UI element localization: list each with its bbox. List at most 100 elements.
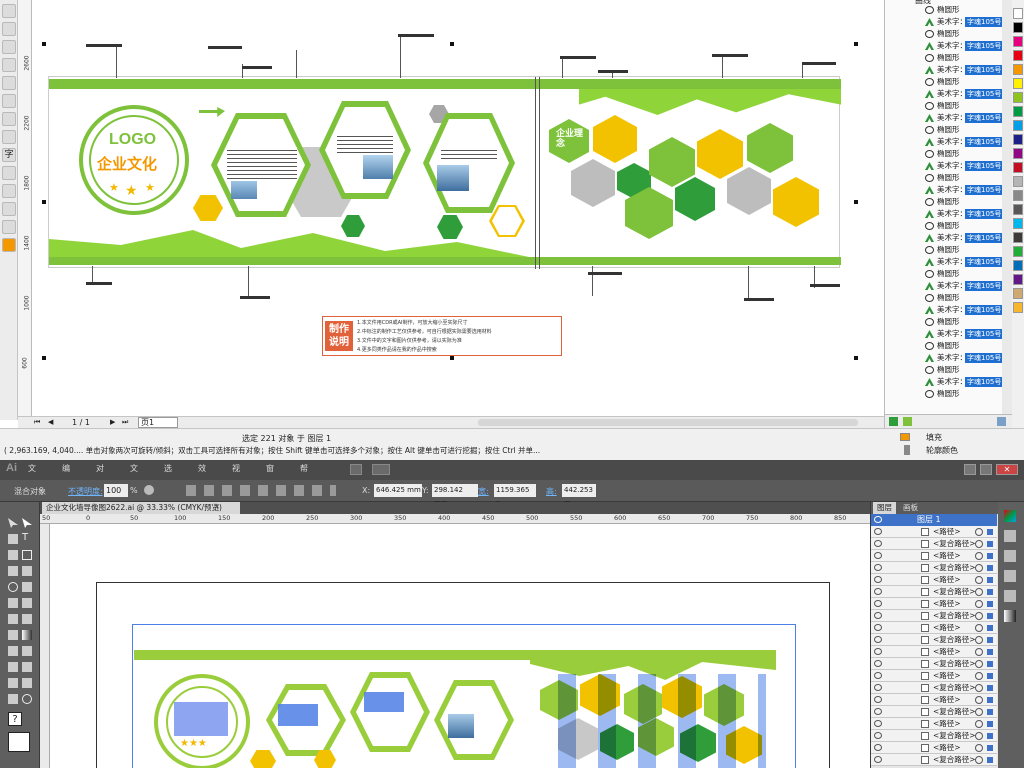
selection-square-icon[interactable]	[987, 529, 993, 535]
new-layer-icon[interactable]	[889, 417, 898, 426]
palette-swatch[interactable]	[1013, 64, 1023, 75]
ai-menu-item[interactable]: 编辑(E)	[62, 460, 73, 509]
shape-builder-tool-icon[interactable]	[8, 614, 18, 624]
symbols-panel-icon[interactable]	[1004, 570, 1016, 582]
palette-swatch[interactable]	[1013, 120, 1023, 131]
selection-square-icon[interactable]	[987, 589, 993, 595]
ai-layer-row[interactable]: <路径>	[871, 646, 997, 658]
visibility-eye-icon[interactable]	[874, 672, 882, 679]
ai-layer-row[interactable]: <复合路径>	[871, 682, 997, 694]
visibility-eye-icon[interactable]	[874, 720, 882, 727]
opacity-input[interactable]: 100	[104, 484, 128, 497]
hand-tool-icon[interactable]	[8, 694, 18, 704]
bridge-button[interactable]	[350, 464, 362, 475]
object-row[interactable]: 椭圆形	[885, 196, 1013, 208]
object-row[interactable]: 椭圆形	[885, 244, 1013, 256]
delete-icon[interactable]	[997, 417, 1006, 426]
page-tab[interactable]: 页1	[138, 417, 178, 428]
text-tool-icon[interactable]: 字	[2, 148, 16, 162]
object-row[interactable]: 椭圆形	[885, 388, 1013, 400]
selection-square-icon[interactable]	[987, 565, 993, 571]
pen-tool-icon[interactable]	[8, 534, 18, 544]
palette-swatch[interactable]	[1013, 246, 1023, 257]
ai-menu-item[interactable]: 帮助(H)	[300, 460, 312, 509]
selection-handle[interactable]	[450, 42, 454, 46]
ai-layer-row[interactable]: <路径>	[871, 598, 997, 610]
corel-canvas[interactable]: LOGO 企业文化 ★ ★ ★ 企业理念 制作说明 1.本文件用CDR或AI制作…	[32, 0, 884, 416]
selection-square-icon[interactable]	[987, 733, 993, 739]
visibility-eye-icon[interactable]	[874, 612, 882, 619]
gradient-panel-icon[interactable]	[1004, 610, 1016, 622]
target-circle-icon[interactable]	[975, 684, 983, 692]
selection-square-icon[interactable]	[987, 745, 993, 751]
object-row[interactable]: 美术字： 字魂105号	[885, 376, 1013, 388]
selection-handle[interactable]	[450, 356, 454, 360]
ai-layer-row[interactable]: <复合路径>	[871, 754, 997, 766]
prev-page-button[interactable]: ◀	[48, 418, 58, 427]
ai-layer-row[interactable]: <路径>	[871, 742, 997, 754]
ai-layer-row[interactable]: <路径>	[871, 574, 997, 586]
slice-tool-icon[interactable]	[22, 678, 32, 688]
warp-tool-icon[interactable]	[8, 598, 18, 608]
object-row[interactable]: 美术字： 字魂105号	[885, 304, 1013, 316]
ai-layer-row[interactable]: <复合路径>	[871, 538, 997, 550]
object-row[interactable]: 美术字： 字魂105号	[885, 64, 1013, 76]
eyedropper-tool-icon[interactable]	[8, 646, 18, 656]
target-circle-icon[interactable]	[975, 564, 983, 572]
ai-layer-row[interactable]: <复合路径>	[871, 634, 997, 646]
stroke-panel-icon[interactable]	[1004, 590, 1016, 602]
object-row[interactable]: 美术字： 字魂105号	[885, 280, 1013, 292]
target-circle-icon[interactable]	[975, 600, 983, 608]
object-row[interactable]: 美术字： 字魂105号	[885, 112, 1013, 124]
target-circle-icon[interactable]	[975, 708, 983, 716]
selection-square-icon[interactable]	[987, 613, 993, 619]
document-tab-close-icon[interactable]: ✕	[214, 503, 220, 511]
ai-layer-row[interactable]: <复合路径>	[871, 610, 997, 622]
object-row[interactable]: 椭圆形	[885, 100, 1013, 112]
layer-root-row[interactable]: 图层 1	[871, 514, 997, 526]
free-transform-tool-icon[interactable]	[22, 598, 32, 608]
visibility-eye-icon[interactable]	[874, 564, 882, 571]
selection-square-icon[interactable]	[987, 625, 993, 631]
ai-layer-row[interactable]: <路径>	[871, 670, 997, 682]
object-row[interactable]: 椭圆形	[885, 124, 1013, 136]
ai-menu-item[interactable]: 对象(O)	[96, 460, 109, 509]
gradient-tool-icon[interactable]	[22, 630, 32, 640]
target-circle-icon[interactable]	[975, 648, 983, 656]
target-circle-icon[interactable]	[975, 588, 983, 596]
last-page-button[interactable]: ⏭	[122, 418, 132, 427]
arrange-button[interactable]	[372, 464, 390, 475]
object-row[interactable]: 美术字： 字魂105号	[885, 136, 1013, 148]
visibility-eye-icon[interactable]	[874, 708, 882, 715]
mesh-tool-icon[interactable]	[8, 630, 18, 640]
selection-square-icon[interactable]	[987, 577, 993, 583]
symbol-sprayer-tool-icon[interactable]	[8, 662, 18, 672]
object-row[interactable]: 椭圆形	[885, 268, 1013, 280]
target-circle-icon[interactable]	[975, 612, 983, 620]
rectangle-tool-icon[interactable]	[2, 94, 16, 108]
palette-swatch[interactable]	[1013, 106, 1023, 117]
direct-selection-tool-icon[interactable]	[22, 518, 32, 528]
fill-tool-icon[interactable]	[2, 238, 16, 252]
ai-layer-row[interactable]: <复合路径>	[871, 730, 997, 742]
next-page-button[interactable]: ▶	[110, 418, 120, 427]
window-restore-button[interactable]	[980, 464, 992, 475]
target-circle-icon[interactable]	[975, 696, 983, 704]
w-input[interactable]: 1159.365 n	[494, 484, 536, 507]
target-circle-icon[interactable]	[975, 756, 983, 764]
freehand-tool-icon[interactable]	[2, 58, 16, 72]
polygon-tool-icon[interactable]	[2, 130, 16, 144]
object-row[interactable]: 椭圆形	[885, 52, 1013, 64]
selection-square-icon[interactable]	[987, 685, 993, 691]
brush-tool-icon[interactable]	[8, 566, 18, 576]
zoom-tool-icon[interactable]	[22, 694, 32, 704]
ai-layer-row[interactable]: <复合路径>	[871, 562, 997, 574]
object-row[interactable]: 美术字： 字魂105号	[885, 208, 1013, 220]
target-circle-icon[interactable]	[975, 540, 983, 548]
object-row[interactable]: 椭圆形	[885, 316, 1013, 328]
visibility-eye-icon[interactable]	[874, 600, 882, 607]
selection-tool-icon[interactable]	[8, 518, 18, 528]
selection-handle[interactable]	[42, 42, 46, 46]
layers-tab[interactable]: 图层	[873, 502, 896, 514]
selection-square-icon[interactable]	[987, 601, 993, 607]
